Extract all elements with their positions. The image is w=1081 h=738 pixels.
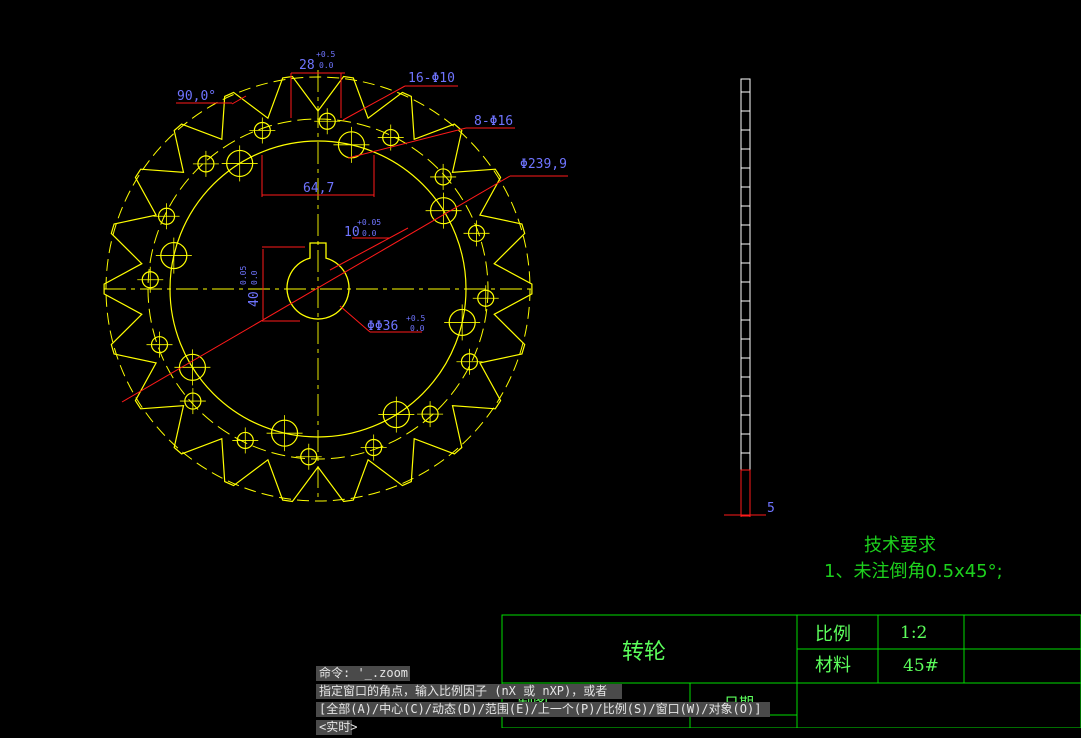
dim-keyway-depth-tol-low: 0.0 — [250, 270, 259, 285]
dim-chord: 28 — [299, 58, 315, 73]
side-view-section — [740, 469, 751, 517]
command-line-3: [全部(A)/中心(C)/动态(D)/范围(E)/上一个(P)/比例(S)/窗口… — [316, 702, 770, 717]
tech-req-title: 技术要求 — [864, 535, 936, 556]
sprocket-side-view — [740, 78, 751, 517]
material-value: 45# — [903, 656, 939, 676]
dim-bore-tol-low: 0.0 — [410, 324, 425, 333]
dim-outer-dia: Φ239,9 — [520, 157, 567, 172]
command-history[interactable]: 命令: '_.zoom 指定窗口的角点，输入比例因子 (nX 或 nXP)，或者… — [316, 666, 776, 738]
dim-bore-tol-up: +0.5 — [406, 314, 425, 323]
material-label: 材料 — [815, 655, 851, 676]
sprocket-front-view — [103, 70, 533, 503]
dim-chord-tol-up: +0.5 — [316, 50, 335, 59]
scale-value: 1:2 — [900, 623, 927, 643]
dim-small-holes: 16-Φ10 — [408, 71, 455, 86]
command-line-1: 命令: '_.zoom — [316, 666, 410, 681]
dim-angle: 90,0° — [177, 89, 216, 104]
dim-hole-span: 64,7 — [303, 181, 334, 196]
dim-thickness: 5 — [767, 501, 775, 516]
command-line-2: 指定窗口的角点，输入比例因子 (nX 或 nXP)，或者 — [316, 684, 622, 699]
tech-req-item: 1、未注倒角0.5x45°; — [824, 561, 1003, 582]
dim-keyway: 10 — [344, 225, 360, 240]
dim-keyway-depth-tol-up: 0.05 — [239, 266, 248, 285]
dim-large-holes: 8-Φ16 — [474, 114, 513, 129]
dim-keyway-tol-low: 0.0 — [362, 229, 377, 238]
dim-bore: ΦΦ36 — [367, 319, 398, 334]
dimension-labels: 28 +0.5 0.0 90,0° 16-Φ10 8-Φ16 Φ239,9 64… — [177, 50, 775, 516]
drawing-canvas[interactable]: 28 +0.5 0.0 90,0° 16-Φ10 8-Φ16 Φ239,9 64… — [0, 0, 1081, 728]
dim-keyway-tol-up: +0.05 — [357, 218, 381, 227]
scale-label: 比例 — [815, 624, 851, 645]
dim-chord-tol-low: 0.0 — [319, 61, 334, 70]
part-name: 转轮 — [622, 640, 666, 665]
dim-keyway-depth: 40 — [247, 291, 262, 307]
